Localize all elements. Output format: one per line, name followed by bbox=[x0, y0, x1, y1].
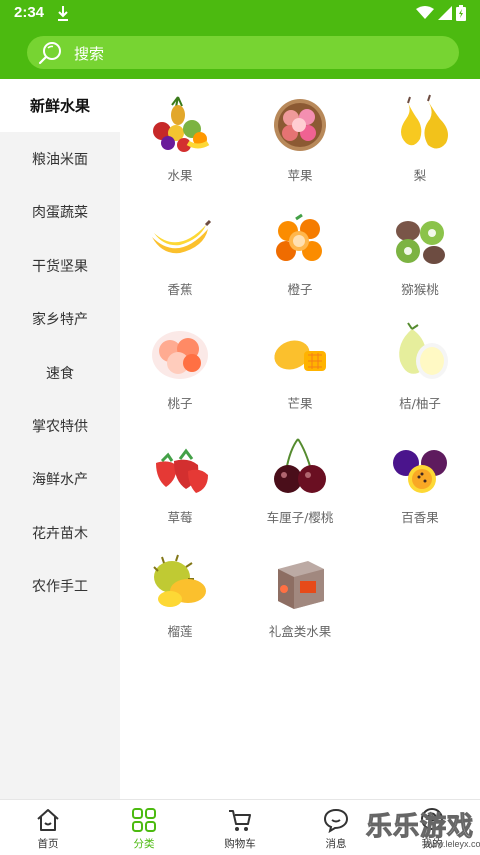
battery-icon bbox=[456, 5, 466, 21]
subcategory-item[interactable]: 梨 bbox=[360, 93, 480, 207]
fruit-basket-icon bbox=[153, 96, 210, 152]
pomelo-icon bbox=[399, 322, 448, 379]
subcategory-item[interactable]: 百香果 bbox=[360, 435, 480, 549]
subcategory-item[interactable]: 猕猴桃 bbox=[360, 207, 480, 321]
subcategory-label: 水果 bbox=[167, 168, 193, 183]
status-bar: 2:34 bbox=[0, 0, 480, 27]
strawberry-icon bbox=[156, 448, 208, 493]
subcategory-item[interactable]: 桔/柚子 bbox=[360, 321, 480, 435]
sidebar-item-grain-oil[interactable]: 粮油米面 bbox=[0, 132, 120, 185]
watermark-url: www.leleyx.com bbox=[424, 839, 480, 849]
signal-icon bbox=[438, 6, 452, 20]
subcategory-grid: 水果 苹果 梨 香蕉 橙子 猕猴桃 桃子 芒果 桔/柚子 草莓 车厘子/樱桃 百… bbox=[120, 93, 480, 663]
tab-category[interactable]: 分类 bbox=[96, 800, 192, 855]
sidebar-item-label: 海鲜水产 bbox=[32, 472, 88, 489]
status-icons bbox=[416, 5, 466, 21]
subcategory-item[interactable]: 车厘子/樱桃 bbox=[240, 435, 360, 549]
subcategory-item[interactable]: 桃子 bbox=[120, 321, 240, 435]
sidebar-item-label: 粮油米面 bbox=[32, 152, 88, 169]
tab-label: 购物车 bbox=[224, 838, 256, 850]
apple-icon bbox=[274, 99, 326, 151]
subcategory-item[interactable]: 橙子 bbox=[240, 207, 360, 321]
sidebar-item-label: 干货坚果 bbox=[32, 258, 88, 275]
cherry-icon bbox=[274, 438, 326, 493]
subcategory-item[interactable]: 草莓 bbox=[120, 435, 240, 549]
subcategory-label: 百香果 bbox=[401, 510, 439, 525]
wifi-icon bbox=[416, 6, 434, 19]
tab-label: 分类 bbox=[133, 838, 155, 850]
status-time: 2:34 bbox=[14, 4, 45, 21]
subcategory-label: 橙子 bbox=[287, 282, 313, 297]
subcategory-label: 桔/柚子 bbox=[399, 396, 441, 411]
watermark-logo: 乐乐游戏 www.leleyx.com bbox=[365, 806, 480, 850]
subcategory-item[interactable]: 榴莲 bbox=[120, 549, 240, 663]
sidebar-item-label: 肉蛋蔬菜 bbox=[32, 205, 88, 222]
subcategory-item[interactable]: 香蕉 bbox=[120, 207, 240, 321]
tab-home[interactable]: 首页 bbox=[0, 800, 96, 855]
search-icon bbox=[38, 42, 61, 65]
subcategory-item[interactable]: 礼盒类水果 bbox=[240, 549, 360, 663]
kiwi-icon bbox=[396, 221, 445, 264]
message-icon bbox=[323, 808, 349, 833]
subcategory-item[interactable]: 苹果 bbox=[240, 93, 360, 207]
sidebar-item-meat-veg[interactable]: 肉蛋蔬菜 bbox=[0, 186, 120, 239]
sidebar-item-dried-nuts[interactable]: 干货坚果 bbox=[0, 239, 120, 292]
passion-fruit-icon bbox=[393, 450, 447, 493]
header: 搜索 bbox=[0, 27, 480, 79]
subcategory-label: 香蕉 bbox=[167, 282, 193, 297]
subcategory-label: 芒果 bbox=[287, 396, 313, 411]
gift-box-icon bbox=[278, 561, 324, 609]
subcategory-item[interactable]: 水果 bbox=[120, 93, 240, 207]
subcategory-label: 苹果 bbox=[287, 168, 313, 183]
sidebar-item-label: 农作手工 bbox=[32, 579, 88, 596]
watermark-text: 乐乐游戏 bbox=[365, 812, 475, 843]
subcategory-label: 礼盒类水果 bbox=[268, 624, 332, 639]
sidebar-item-label: 速食 bbox=[46, 365, 74, 382]
subcategory-label: 桃子 bbox=[167, 396, 193, 411]
durian-icon bbox=[153, 554, 206, 607]
subcategory-panel: 水果 苹果 梨 香蕉 橙子 猕猴桃 桃子 芒果 桔/柚子 草莓 车厘子/樱桃 百… bbox=[120, 79, 480, 799]
sidebar-item-label: 掌农特供 bbox=[32, 419, 88, 436]
sidebar-item-seafood[interactable]: 海鲜水产 bbox=[0, 453, 120, 506]
home-icon bbox=[37, 809, 59, 831]
tab-cart[interactable]: 购物车 bbox=[192, 800, 288, 855]
sidebar-item-label: 家乡特产 bbox=[32, 312, 88, 329]
cart-icon bbox=[229, 810, 251, 831]
sidebar-item-fast-food[interactable]: 速食 bbox=[0, 346, 120, 399]
sidebar-item-local-specialty[interactable]: 家乡特产 bbox=[0, 293, 120, 346]
search-input[interactable]: 搜索 bbox=[27, 36, 459, 69]
subcategory-item[interactable]: 芒果 bbox=[240, 321, 360, 435]
tab-label: 消息 bbox=[325, 838, 347, 850]
sidebar-item-fresh-fruit[interactable]: 新鲜水果 bbox=[0, 79, 120, 133]
subcategory-label: 榴莲 bbox=[167, 624, 193, 639]
peach-icon bbox=[152, 331, 208, 379]
sidebar-item-label: 新鲜水果 bbox=[29, 97, 90, 116]
sidebar-item-handicraft[interactable]: 农作手工 bbox=[0, 560, 120, 613]
banana-icon bbox=[152, 219, 212, 254]
subcategory-label: 草莓 bbox=[167, 510, 193, 525]
download-icon bbox=[58, 6, 68, 21]
pear-icon bbox=[401, 94, 448, 149]
sidebar-item-farm-special[interactable]: 掌农特供 bbox=[0, 399, 120, 452]
subcategory-label: 梨 bbox=[413, 168, 427, 183]
mango-icon bbox=[274, 340, 326, 371]
search-placeholder: 搜索 bbox=[74, 45, 105, 63]
category-sidebar: 新鲜水果 粮油米面 肉蛋蔬菜 干货坚果 家乡特产 速食 掌农特供 海鲜水产 花卉… bbox=[0, 79, 120, 799]
category-icon bbox=[132, 808, 156, 832]
sidebar-item-label: 花卉苗木 bbox=[32, 525, 88, 542]
orange-icon bbox=[276, 213, 322, 261]
sidebar-item-flowers-plants[interactable]: 花卉苗木 bbox=[0, 506, 120, 559]
subcategory-label: 猕猴桃 bbox=[401, 282, 439, 297]
tab-label: 首页 bbox=[37, 838, 59, 850]
subcategory-label: 车厘子/樱桃 bbox=[266, 510, 334, 525]
